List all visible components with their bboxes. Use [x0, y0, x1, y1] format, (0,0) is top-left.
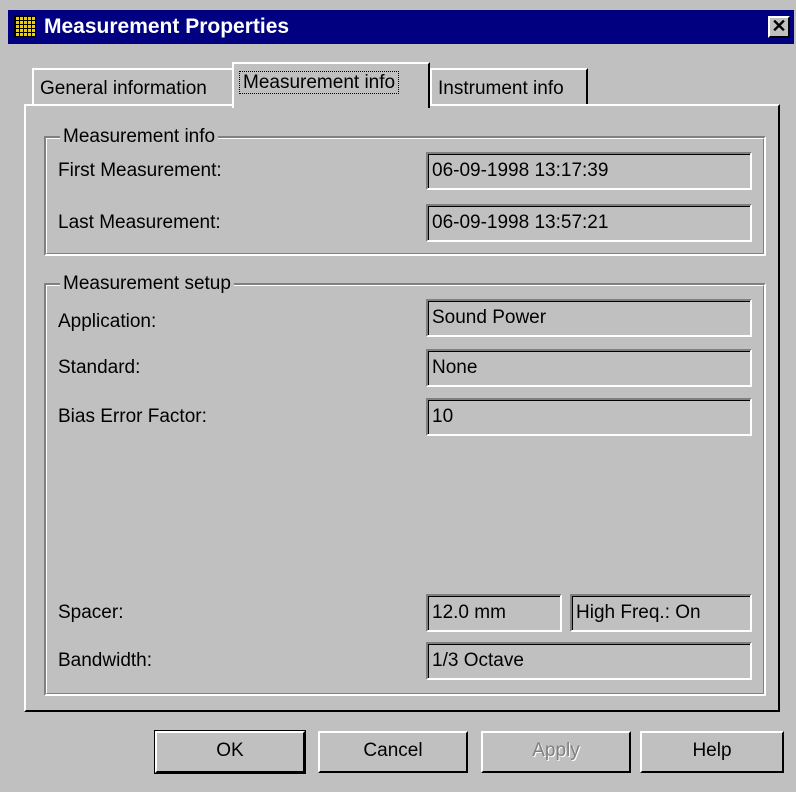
tab-measurement-info[interactable]: Measurement info [232, 62, 430, 108]
cancel-button[interactable]: Cancel [318, 731, 468, 773]
first-measurement-label: First Measurement: [58, 160, 222, 181]
application-field: Sound Power [426, 299, 752, 337]
tab-label: Measurement info [238, 71, 400, 94]
apply-button[interactable]: Apply [481, 731, 631, 773]
bias-error-factor-field: 10 [426, 398, 752, 436]
tab-instrument-info[interactable]: Instrument info [430, 68, 588, 106]
tab-label: General information [40, 78, 207, 99]
standard-label: Standard: [58, 357, 141, 378]
last-measurement-label: Last Measurement: [58, 212, 221, 233]
standard-field: None [426, 349, 752, 387]
application-label: Application: [58, 311, 157, 332]
group-legend: Measurement info [60, 126, 219, 148]
first-measurement-field: 06-09-1998 13:17:39 [426, 152, 752, 190]
title-bar[interactable]: Measurement Properties ✕ [8, 10, 794, 44]
bandwidth-label: Bandwidth: [58, 650, 153, 671]
high-freq-field: High Freq.: On [570, 594, 752, 632]
bias-error-factor-label: Bias Error Factor: [58, 406, 207, 427]
group-legend: Measurement setup [60, 273, 234, 295]
grid-app-icon [14, 15, 36, 37]
window-title: Measurement Properties [44, 15, 290, 38]
spacer-field: 12.0 mm [426, 594, 562, 632]
help-button[interactable]: Help [640, 731, 784, 773]
bandwidth-field: 1/3 Octave [426, 642, 752, 680]
spacer-label: Spacer: [58, 602, 124, 623]
close-icon[interactable]: ✕ [768, 16, 790, 38]
tab-label: Instrument info [438, 78, 564, 99]
measurement-setup-group: Measurement setup [44, 273, 766, 696]
last-measurement-field: 06-09-1998 13:57:21 [426, 204, 752, 242]
ok-button[interactable]: OK [154, 730, 306, 774]
tab-general-information[interactable]: General information [32, 68, 234, 106]
